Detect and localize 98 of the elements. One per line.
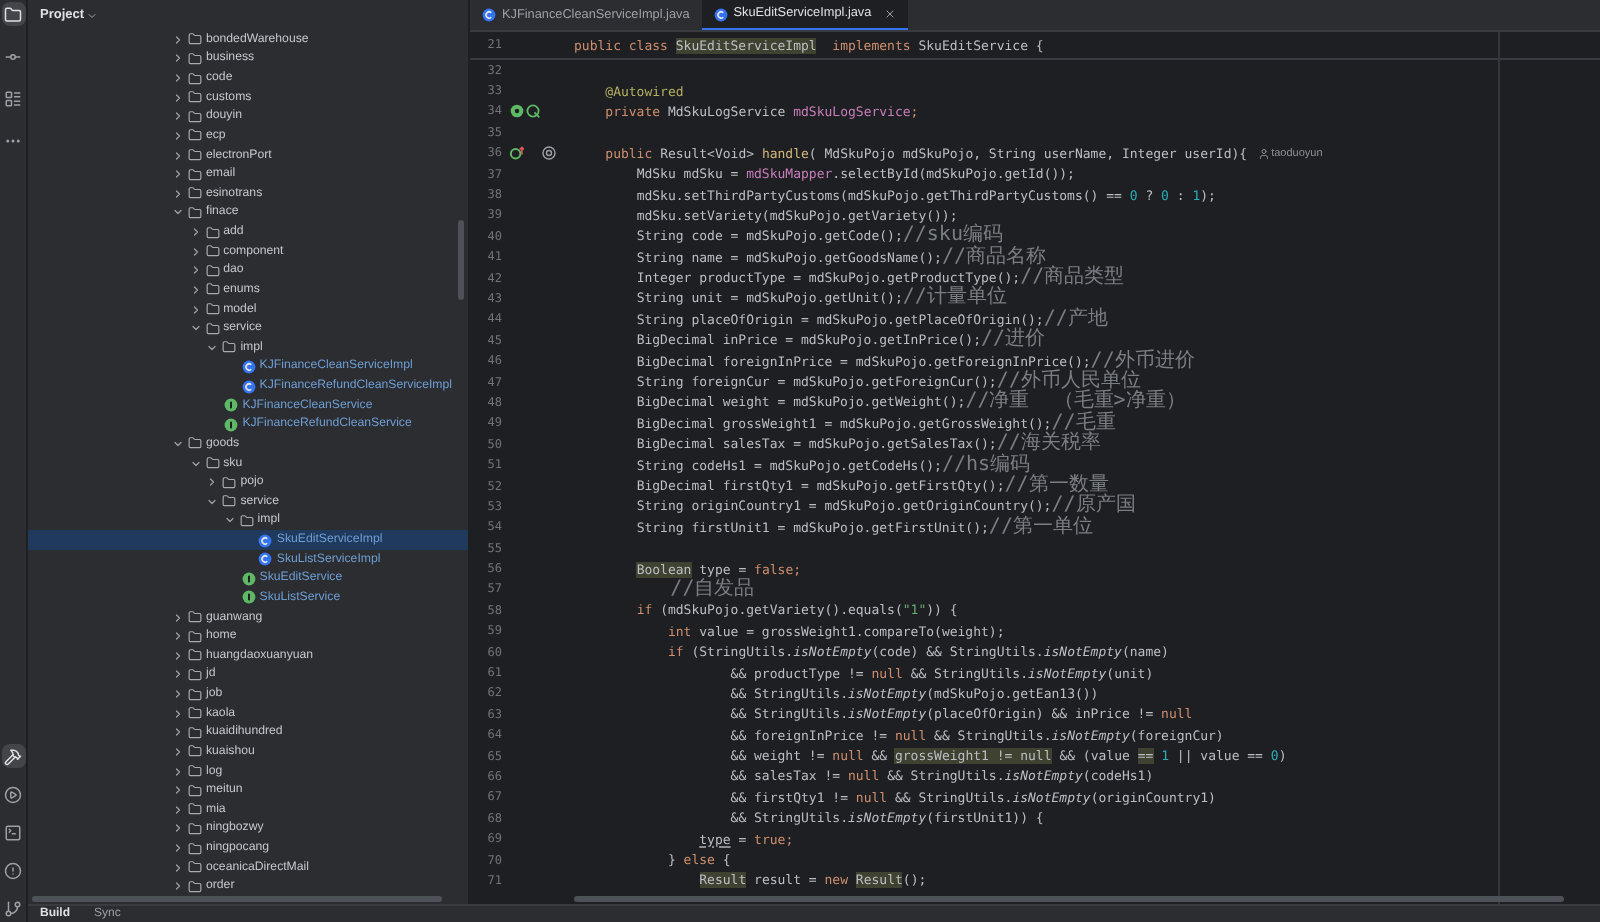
chevron-right-icon[interactable] xyxy=(172,110,184,123)
structure-tool-icon[interactable] xyxy=(1,86,25,110)
folder-icon xyxy=(188,71,202,86)
chevron-right-icon[interactable] xyxy=(172,33,184,46)
chevron-right-icon[interactable] xyxy=(172,149,184,162)
chevron-right-icon[interactable] xyxy=(172,880,184,893)
folder-icon xyxy=(188,706,202,721)
chevron-right-icon[interactable] xyxy=(206,476,219,489)
folder-icon xyxy=(188,687,202,702)
folder-icon xyxy=(188,725,202,740)
folder-icon xyxy=(188,90,202,105)
chevron-right-icon[interactable] xyxy=(189,245,202,258)
chevron-right-icon[interactable] xyxy=(172,187,184,200)
folder-icon xyxy=(188,802,202,817)
folder-icon xyxy=(188,128,202,143)
person-icon xyxy=(1257,147,1270,160)
folder-icon xyxy=(188,764,202,779)
folder-icon xyxy=(188,783,202,798)
chevron-right-icon[interactable] xyxy=(189,303,202,316)
implements-icon[interactable] xyxy=(510,146,524,161)
folder-icon xyxy=(205,225,220,240)
folder-icon xyxy=(188,648,202,663)
folder-icon xyxy=(188,109,202,124)
folder-icon xyxy=(188,51,202,66)
chevron-right-icon[interactable] xyxy=(172,168,184,181)
folder-icon xyxy=(188,167,202,182)
chevron-down-icon[interactable] xyxy=(206,341,219,354)
chevron-right-icon[interactable] xyxy=(172,784,184,797)
chevron-right-icon[interactable] xyxy=(172,52,184,65)
interface-icon xyxy=(241,571,256,586)
folder-icon xyxy=(205,244,220,259)
terminal-tool-icon[interactable] xyxy=(1,820,25,844)
chevron-right-icon[interactable] xyxy=(172,668,184,681)
chevron-down-icon[interactable] xyxy=(172,206,184,219)
bean-icon[interactable] xyxy=(510,104,524,119)
scrollbar[interactable] xyxy=(458,220,464,300)
chevron-right-icon[interactable] xyxy=(189,226,202,239)
folder-icon xyxy=(222,340,237,355)
close-icon[interactable] xyxy=(883,8,896,20)
folder-icon xyxy=(188,744,202,759)
chevron-right-icon[interactable] xyxy=(172,649,184,662)
folder-icon xyxy=(188,860,202,875)
folder-icon xyxy=(222,475,237,490)
chevron-right-icon[interactable] xyxy=(172,630,184,643)
folder-icon xyxy=(188,436,202,451)
folder-icon xyxy=(205,321,220,336)
chevron-right-icon[interactable] xyxy=(172,611,184,624)
class-icon xyxy=(713,7,728,21)
folder-tool-icon[interactable] xyxy=(1,2,25,26)
chevron-right-icon[interactable] xyxy=(172,91,184,104)
interface-icon xyxy=(224,398,239,413)
folder-icon xyxy=(205,263,220,278)
build-tool-icon[interactable] xyxy=(1,744,25,768)
chevron-down-icon[interactable] xyxy=(172,437,184,450)
chevron-down-icon[interactable] xyxy=(206,495,219,508)
chevron-right-icon[interactable] xyxy=(172,822,184,835)
chevron-right-icon[interactable] xyxy=(172,72,184,85)
run-tool-icon[interactable] xyxy=(1,782,25,806)
chevron-right-icon[interactable] xyxy=(172,842,184,855)
folder-icon xyxy=(188,667,202,682)
folder-icon xyxy=(188,148,202,163)
chevron-right-icon[interactable] xyxy=(172,745,184,758)
class-icon xyxy=(241,359,256,374)
chevron-right-icon[interactable] xyxy=(189,264,202,277)
folder-icon xyxy=(188,32,202,47)
folder-icon xyxy=(188,205,202,220)
chevron-right-icon[interactable] xyxy=(172,803,184,816)
folder-icon xyxy=(188,841,202,856)
folder-icon xyxy=(188,821,202,836)
folder-icon xyxy=(188,610,202,625)
class-icon xyxy=(241,379,256,394)
chevron-down-icon[interactable] xyxy=(189,322,202,335)
chevron-right-icon[interactable] xyxy=(189,283,202,296)
folder-icon xyxy=(205,302,220,317)
class-icon xyxy=(482,8,496,22)
interface-icon xyxy=(241,590,256,605)
folder-icon xyxy=(188,186,202,201)
folder-icon xyxy=(222,494,237,509)
class-icon xyxy=(258,533,273,548)
dropdown-icon[interactable] xyxy=(86,9,99,21)
git-tool-icon[interactable] xyxy=(1,896,25,920)
chevron-right-icon[interactable] xyxy=(172,707,184,720)
chevron-right-icon[interactable] xyxy=(172,726,184,739)
chevron-right-icon[interactable] xyxy=(172,129,184,142)
chevron-down-icon[interactable] xyxy=(189,457,202,470)
chevron-right-icon[interactable] xyxy=(172,765,184,778)
interface-icon xyxy=(224,417,239,432)
chevron-right-icon[interactable] xyxy=(172,688,184,701)
folder-icon xyxy=(205,456,220,471)
chevron-right-icon[interactable] xyxy=(172,861,184,874)
folder-icon xyxy=(205,282,220,297)
folder-icon xyxy=(239,513,254,528)
folder-icon xyxy=(188,879,202,894)
problems-tool-icon[interactable] xyxy=(1,858,25,882)
class-icon xyxy=(258,552,273,567)
folder-icon xyxy=(188,629,202,644)
chevron-down-icon[interactable] xyxy=(223,514,236,527)
code-line: //自发品 xyxy=(668,579,755,600)
